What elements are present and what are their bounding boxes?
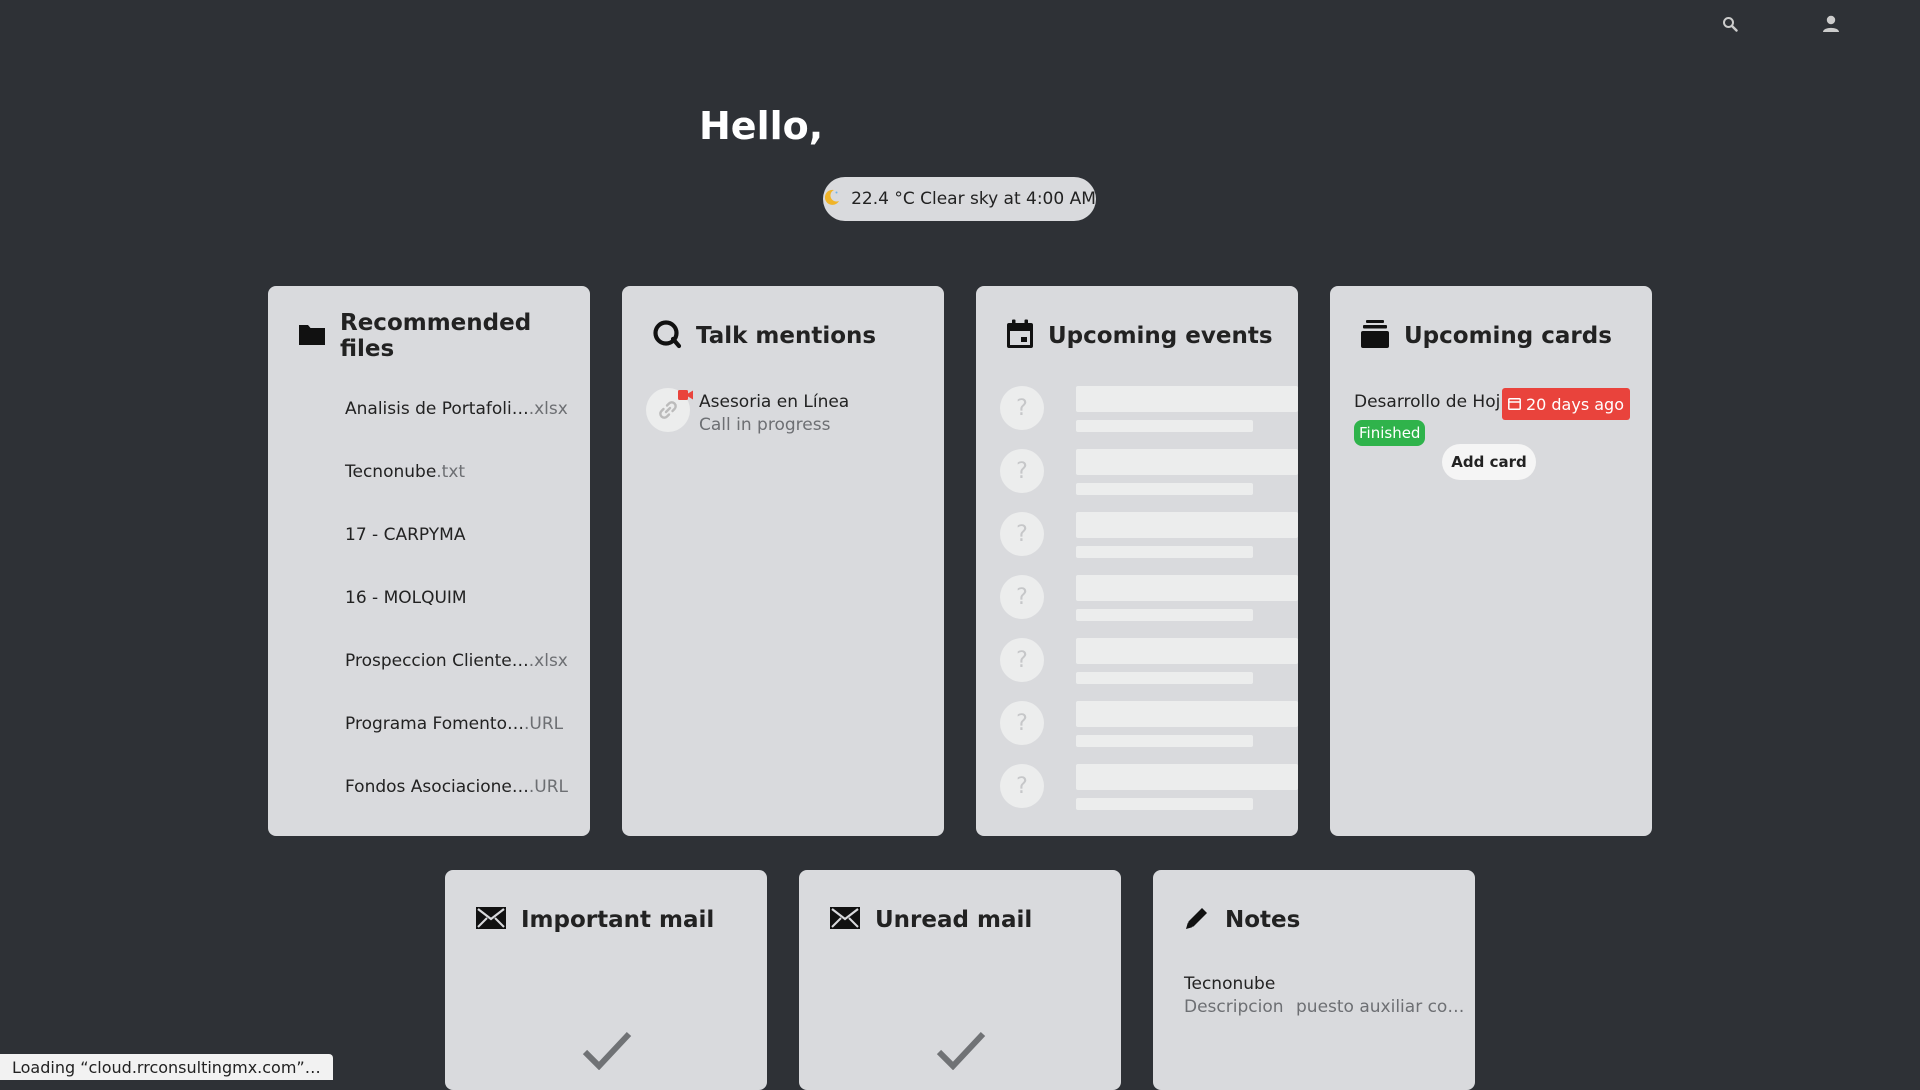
card-title: Desarrollo de Hoj… — [1354, 392, 1517, 412]
folder-icon — [298, 322, 326, 350]
checkmark-icon — [936, 1030, 986, 1074]
video-call-icon — [678, 386, 694, 405]
file-item[interactable]: Fondos Asociacione….URL — [345, 777, 568, 797]
top-bar — [0, 0, 1920, 48]
notes-panel: Notes Tecnonube Descripcion puesto auxil… — [1153, 870, 1475, 1090]
weather-status[interactable]: 22.4 °C Clear sky at 4:00 AM — [823, 177, 1096, 221]
panel-title: Upcoming events — [1048, 323, 1273, 349]
panel-header: Recommended files — [298, 316, 590, 356]
note-category: Descripcion — [1184, 997, 1284, 1017]
panel-title: Unread mail — [875, 907, 1032, 933]
note-title: Tecnonube — [1184, 974, 1275, 994]
question-icon: ? — [1000, 449, 1044, 493]
contacts-icon[interactable] — [1819, 12, 1843, 36]
event-placeholder: ? — [1000, 449, 1274, 495]
panel-title: Important mail — [521, 907, 714, 933]
question-icon: ? — [1000, 512, 1044, 556]
unread-mail-panel: Unread mail — [799, 870, 1121, 1090]
weather-text: 22.4 °C Clear sky at 4:00 AM — [851, 189, 1096, 209]
file-item[interactable]: Programa Fomento….URL — [345, 714, 563, 734]
event-placeholder: ? — [1000, 764, 1274, 810]
panel-title: Talk mentions — [696, 323, 876, 349]
note-item[interactable]: Tecnonube Descripcion puesto auxiliar co… — [1184, 974, 1454, 1024]
add-card-button[interactable]: Add card — [1442, 444, 1536, 480]
search-icon[interactable] — [1718, 12, 1742, 36]
panel-title: Upcoming cards — [1404, 323, 1612, 349]
recommended-files-panel: Recommended files Analisis de Portafoli…… — [268, 286, 590, 836]
pencil-icon — [1183, 904, 1211, 936]
due-date-badge: 20 days ago — [1502, 388, 1630, 420]
upcoming-cards-panel: Upcoming cards Desarrollo de Hoj… 20 day… — [1330, 286, 1652, 836]
question-icon: ? — [1000, 638, 1044, 682]
important-mail-panel: Important mail — [445, 870, 767, 1090]
panel-title: Recommended files — [340, 310, 590, 362]
browser-status-bar: Loading “cloud.rrconsultingmx.com”… — [0, 1054, 333, 1080]
event-placeholder: ? — [1000, 386, 1274, 432]
mail-icon — [475, 906, 507, 934]
event-placeholder: ? — [1000, 638, 1274, 684]
note-excerpt: puesto auxiliar co… — [1296, 997, 1464, 1017]
panel-header: Important mail — [475, 900, 714, 940]
moon-icon — [823, 188, 841, 211]
file-item[interactable]: Tecnonube.txt — [345, 462, 465, 482]
deck-icon — [1360, 319, 1390, 353]
panel-header: Upcoming events — [1006, 316, 1273, 356]
question-icon: ? — [1000, 386, 1044, 430]
finished-label: Finished — [1354, 420, 1425, 446]
file-item[interactable]: Analisis de Portafoli….xlsx — [345, 399, 568, 419]
event-placeholder: ? — [1000, 701, 1274, 747]
talk-room-name: Asesoria en Línea — [699, 392, 849, 412]
talk-icon — [652, 319, 682, 353]
greeting: Hello, — [699, 104, 823, 148]
checkmark-icon — [582, 1030, 632, 1074]
talk-mention-item[interactable]: Asesoria en Línea Call in progress — [646, 386, 926, 436]
question-icon: ? — [1000, 764, 1044, 808]
mail-icon — [829, 906, 861, 934]
event-placeholder: ? — [1000, 512, 1274, 558]
file-item[interactable]: Prospeccion Cliente….xlsx — [345, 651, 568, 671]
question-icon: ? — [1000, 701, 1044, 745]
event-placeholder: ? — [1000, 575, 1274, 621]
question-icon: ? — [1000, 575, 1044, 619]
file-item[interactable]: 17 - CARPYMA — [345, 525, 465, 545]
panel-title: Notes — [1225, 907, 1300, 933]
calendar-small-icon — [1508, 395, 1521, 414]
panel-header: Unread mail — [829, 900, 1032, 940]
panel-header: Upcoming cards — [1360, 316, 1612, 356]
upcoming-events-panel: Upcoming events ? ? ? ? ? ? ? — [976, 286, 1298, 836]
deck-card-item[interactable]: Desarrollo de Hoj… 20 days ago Finished — [1354, 388, 1630, 448]
panel-header: Talk mentions — [652, 316, 876, 356]
calendar-icon — [1006, 319, 1034, 353]
file-item[interactable]: 16 - MOLQUIM — [345, 588, 467, 608]
talk-room-status: Call in progress — [699, 415, 830, 435]
talk-mentions-panel: Talk mentions Asesoria en Línea Call in … — [622, 286, 944, 836]
panel-header: Notes — [1183, 900, 1300, 940]
